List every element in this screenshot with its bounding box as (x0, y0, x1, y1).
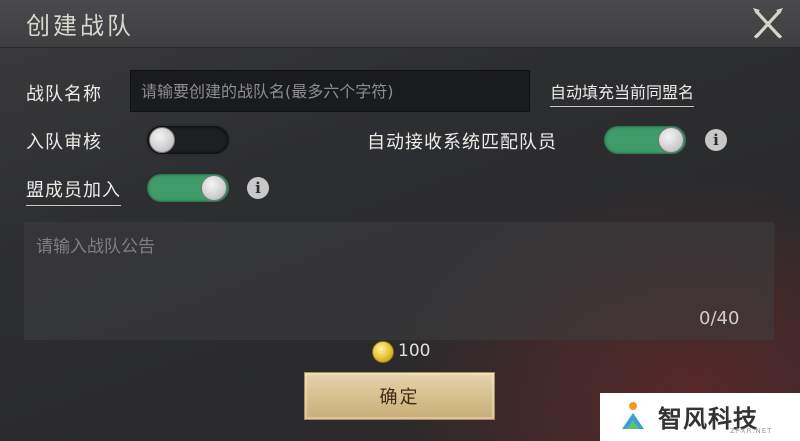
confirm-button[interactable]: 确定 (304, 372, 495, 420)
info-icon[interactable]: i (705, 129, 727, 151)
join-review-label: 入队审核 (26, 132, 102, 153)
toggle-knob (658, 127, 684, 153)
crossed-swords-close-icon[interactable] (748, 4, 788, 44)
toggle-knob (149, 127, 175, 153)
create-team-dialog: 创建战队 战队名称 自动填充当前同盟名 入队审核 自动接收系统匹配队员 (0, 0, 800, 441)
close-button[interactable] (748, 4, 788, 44)
join-review-toggle[interactable] (145, 124, 231, 156)
title-bar: 创建战队 (0, 0, 800, 48)
watermark-subtext: ZFXR.NET (730, 427, 773, 435)
gold-coin-icon (372, 341, 394, 363)
watermark: 智风科技 ZFXR.NET (600, 393, 800, 441)
info-icon[interactable]: i (247, 177, 269, 199)
team-name-input[interactable] (130, 70, 530, 112)
autofill-alliance-name-link[interactable]: 自动填充当前同盟名 (550, 79, 695, 107)
team-name-label: 战队名称 (26, 84, 102, 105)
watermark-logo-icon (622, 402, 644, 429)
alliance-join-toggle[interactable] (145, 172, 231, 204)
alliance-join-label[interactable]: 盟成员加入 (26, 176, 121, 206)
auto-accept-toggle[interactable] (602, 124, 688, 156)
notice-char-counter: 0/40 (699, 308, 740, 329)
auto-accept-label: 自动接收系统匹配队员 (367, 132, 557, 153)
team-notice-textarea[interactable] (24, 222, 774, 340)
dialog-title: 创建战队 (26, 12, 134, 40)
cost-amount: 100 (398, 341, 431, 361)
toggle-knob (201, 175, 227, 201)
